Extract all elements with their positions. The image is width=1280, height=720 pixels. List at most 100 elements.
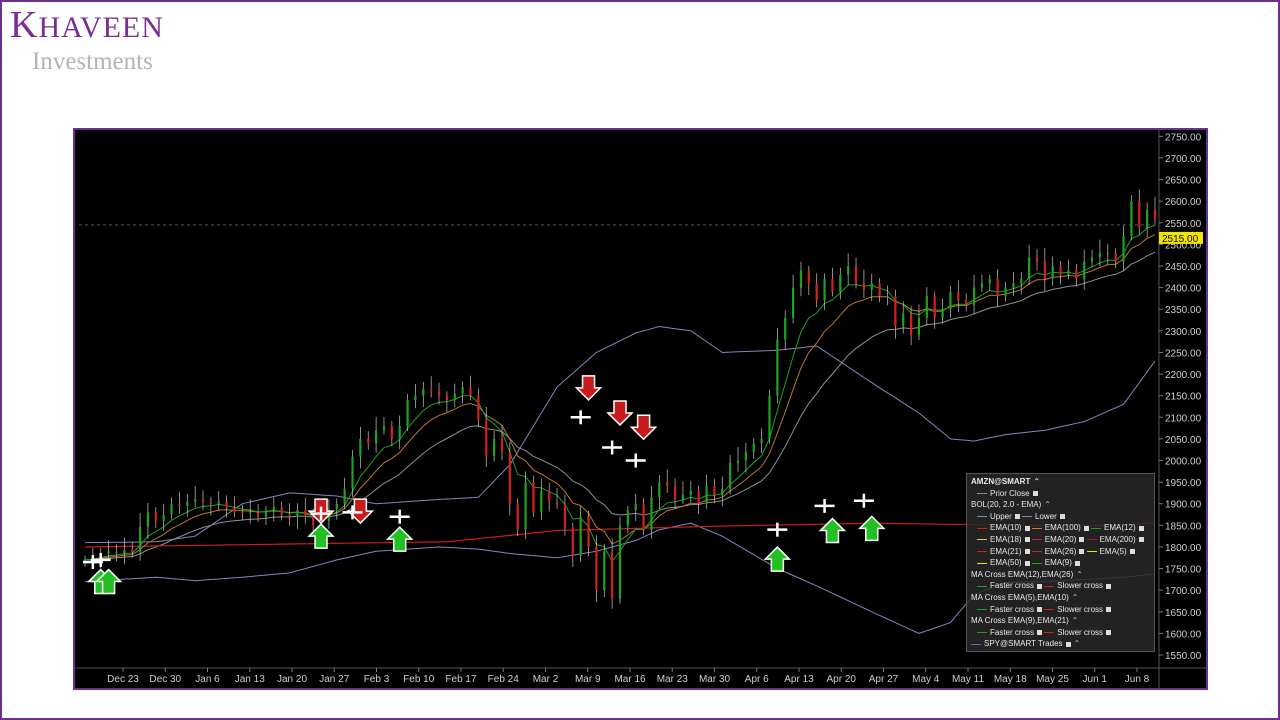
candle-up [799, 270, 803, 288]
legend-ma-cross-3[interactable]: MA Cross EMA(9),EMA(21) ⌃ [971, 615, 1150, 627]
y-tick-label: 1700.00 [1165, 586, 1202, 597]
x-tick-label: Apr 13 [784, 674, 814, 685]
buy-arrow-icon [307, 523, 335, 549]
candle-up [681, 495, 685, 500]
candle-up [579, 516, 582, 556]
legend-ema-row-2[interactable]: EMA(18) EMA(20) EMA(200) [971, 534, 1150, 546]
y-tick-label: 2250.00 [1165, 348, 1202, 359]
candle-down [910, 313, 913, 336]
candle-up [823, 278, 826, 301]
y-tick-label: 1600.00 [1165, 629, 1202, 640]
x-tick-label: Jan 20 [277, 674, 307, 685]
y-tick-label: 2450.00 [1165, 262, 1202, 273]
candle-up [146, 512, 150, 527]
candle-up [162, 514, 165, 522]
candle-up [839, 274, 842, 292]
candle-down [178, 503, 181, 506]
x-tick-label: May 4 [912, 674, 940, 685]
legend-ma-cross-2[interactable]: MA Cross EMA(5),EMA(10) ⌃ [971, 592, 1150, 604]
candle-down [713, 485, 716, 496]
legend-spy-trades[interactable]: SPY@SMART Trades ⌃ [971, 638, 1150, 650]
candle-up [626, 510, 629, 526]
candle-down [437, 391, 441, 396]
candle-down [445, 395, 449, 400]
x-tick-label: Jun 1 [1083, 674, 1108, 685]
candle-up [634, 503, 637, 511]
y-tick-label: 1950.00 [1165, 478, 1202, 489]
legend-ema-row-3[interactable]: EMA(21) EMA(26) EMA(5) [971, 546, 1150, 558]
x-tick-label: Mar 30 [699, 674, 731, 685]
candle-up [351, 456, 354, 489]
legend-ma-cross-1[interactable]: MA Cross EMA(12),EMA(26) ⌃ [971, 569, 1150, 581]
candle-up [870, 283, 873, 290]
legend-bollinger-bands[interactable]: Upper Lower [971, 511, 1150, 523]
candle-down [1035, 257, 1039, 262]
candle-up [729, 462, 732, 489]
candle-up [988, 278, 991, 284]
candle-up [382, 425, 386, 431]
legend-ma-cross-2-lines[interactable]: Faster cross Slower cross [971, 604, 1150, 616]
candle-down [209, 501, 212, 504]
candle-up [264, 510, 268, 517]
candle-up [1067, 270, 1070, 275]
candle-up [335, 503, 338, 509]
y-tick-label: 2050.00 [1165, 435, 1202, 446]
candle-up [752, 443, 755, 452]
candle-up [776, 339, 779, 396]
candle-up [791, 287, 795, 318]
candle-down [878, 283, 881, 297]
sell-arrow-icon [606, 400, 634, 427]
candle-up [296, 510, 299, 517]
legend-ema-row-1[interactable]: EMA(10) EMA(100) EMA(12) [971, 522, 1150, 534]
candle-down [131, 549, 134, 552]
candle-down [563, 503, 567, 528]
candle-down [854, 266, 858, 284]
legend-ema-row-4[interactable]: EMA(50) EMA(9) [971, 557, 1150, 569]
logo-initial: K [10, 4, 39, 46]
candle-up [217, 501, 220, 504]
legend-bollinger[interactable]: BOL(20, 2.0 - EMA) ⌃ [971, 499, 1150, 511]
candle-down [225, 501, 228, 509]
y-tick-label: 1900.00 [1165, 500, 1202, 511]
y-tick-label: 2100.00 [1165, 413, 1202, 424]
candle-up [1122, 235, 1125, 262]
x-tick-label: Jan 13 [235, 674, 265, 685]
candle-up [902, 313, 905, 327]
candle-down [304, 510, 307, 517]
candle-up [1051, 266, 1054, 279]
candle-down [532, 482, 535, 513]
legend-ma-cross-1-lines[interactable]: Faster cross Slower cross [971, 580, 1150, 592]
y-tick-label: 2600.00 [1165, 197, 1202, 208]
candle-up [493, 438, 496, 457]
candle-up [1090, 257, 1094, 262]
candle-up [949, 291, 952, 310]
candle-up [375, 430, 378, 444]
candle-down [508, 451, 511, 504]
chart-legend[interactable]: AMZN@SMART ⌃ Prior Close BOL(20, 2.0 - EM… [966, 473, 1155, 652]
legend-ma-cross-3-lines[interactable]: Faster cross Slower cross [971, 627, 1150, 639]
candle-up [422, 389, 425, 396]
y-tick-label: 2750.00 [1165, 132, 1202, 143]
candle-down [965, 300, 968, 305]
candle-down [815, 283, 818, 301]
candle-down [115, 551, 118, 554]
candle-down [666, 482, 669, 487]
candle-up [406, 400, 409, 426]
x-tick-label: Jan 27 [319, 674, 349, 685]
x-tick-label: May 11 [952, 674, 984, 685]
y-tick-label: 1550.00 [1165, 651, 1202, 662]
logo-subtitle: Investments [32, 48, 153, 75]
x-tick-label: Dec 30 [149, 674, 181, 685]
candle-down [595, 546, 598, 591]
x-tick-label: Mar 9 [575, 674, 601, 685]
candle-down [233, 508, 236, 513]
legend-prior-close[interactable]: Prior Close [971, 488, 1150, 500]
candle-down [587, 516, 590, 547]
candle-down [1114, 253, 1117, 262]
candle-up [689, 490, 692, 496]
candle-up [721, 488, 724, 496]
candle-down [312, 516, 315, 526]
x-tick-label: May 25 [1036, 674, 1069, 685]
y-tick-label: 1800.00 [1165, 543, 1202, 554]
candle-down [288, 514, 291, 517]
